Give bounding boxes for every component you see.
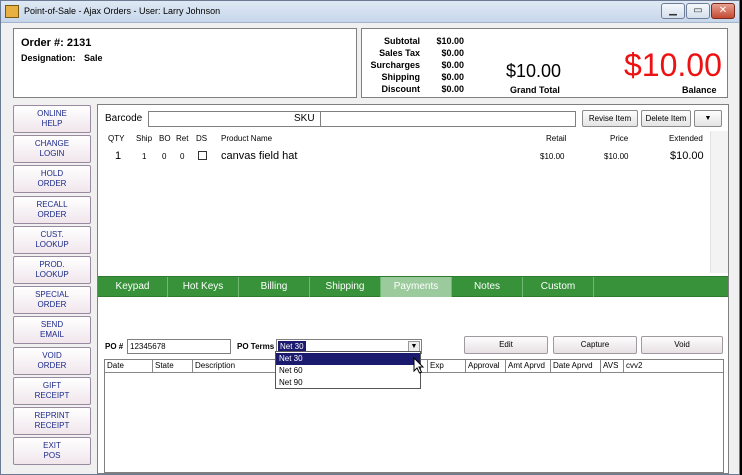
- exit-pos-button[interactable]: EXIT POS: [13, 437, 91, 465]
- product-lookup-button[interactable]: PROD. LOOKUP: [13, 256, 91, 284]
- grid-col-cvv2[interactable]: cvv2: [624, 360, 723, 373]
- row-bo: 0: [162, 152, 167, 161]
- app-icon: [5, 5, 19, 18]
- shipping-label: Shipping: [381, 72, 421, 82]
- more-options-dropdown-icon[interactable]: ▼: [694, 110, 722, 127]
- col-bo: BO: [159, 134, 171, 143]
- col-qty: QTY: [108, 134, 125, 143]
- hold-order-button[interactable]: HOLD ORDER: [13, 165, 91, 193]
- col-retail: Retail: [546, 134, 567, 143]
- minimize-button[interactable]: ▁: [661, 3, 685, 19]
- special-order-button[interactable]: SPECIAL ORDER: [13, 286, 91, 314]
- shipping-value: $0.00: [441, 72, 464, 82]
- totals-panel: Subtotal $10.00 Sales Tax $0.00 Surcharg…: [361, 28, 728, 98]
- drop-ship-checkbox[interactable]: [198, 151, 207, 160]
- row-extended: $10.00: [670, 150, 704, 162]
- col-ret: Ret: [176, 134, 189, 143]
- capture-payment-button[interactable]: Capture: [553, 336, 637, 354]
- recall-order-button[interactable]: RECALL ORDER: [13, 196, 91, 224]
- tab-custom[interactable]: Custom: [523, 277, 594, 297]
- col-product-name: Product Name: [221, 134, 273, 143]
- grand-total-value: $10.00: [506, 61, 562, 81]
- void-payment-button[interactable]: Void: [641, 336, 723, 354]
- row-qty: 1: [115, 150, 122, 162]
- designation-value: Sale: [84, 53, 103, 63]
- col-price: Price: [610, 134, 629, 143]
- grid-col-date-aprvd[interactable]: Date Aprvd: [551, 360, 601, 373]
- online-help-button[interactable]: ONLINE HELP: [13, 105, 91, 133]
- terms-option-net-60[interactable]: Net 60: [276, 365, 420, 377]
- grid-col-approval[interactable]: Approval: [466, 360, 506, 373]
- po-terms-label: PO Terms: [237, 342, 275, 351]
- void-order-button[interactable]: VOID ORDER: [13, 347, 91, 375]
- sku-label: SKU: [294, 113, 315, 124]
- po-number-label: PO #: [105, 342, 124, 351]
- terms-option-net-90[interactable]: Net 90: [276, 377, 420, 389]
- customer-lookup-button[interactable]: CUST. LOOKUP: [13, 226, 91, 254]
- col-ds: DS: [196, 134, 208, 143]
- tab-keypad[interactable]: Keypad: [98, 277, 168, 297]
- maximize-button[interactable]: ▭: [686, 3, 710, 19]
- grid-col-date[interactable]: Date: [105, 360, 153, 373]
- terms-option-net-30[interactable]: Net 30: [276, 353, 420, 365]
- title-bar[interactable]: Point-of-Sale - Ajax Orders - User: Larr…: [1, 1, 739, 23]
- col-ship: Ship: [136, 134, 153, 143]
- window-title: Point-of-Sale - Ajax Orders - User: Larr…: [24, 6, 221, 16]
- grand-total-label: Grand Total: [510, 85, 560, 95]
- revise-item-button[interactable]: Revise Item: [582, 110, 638, 127]
- row-retail: $10.00: [540, 152, 565, 161]
- surcharges-label: Surcharges: [370, 60, 420, 70]
- grid-col-amt-aprvd[interactable]: Amt Aprvd: [506, 360, 551, 373]
- balance-value: $10.00: [624, 47, 722, 83]
- edit-payment-button[interactable]: Edit: [464, 336, 548, 354]
- subtotal-value: $10.00: [436, 36, 464, 46]
- order-header-panel: Order #: 2131 Designation: Sale: [13, 28, 357, 98]
- tab-shipping[interactable]: Shipping: [310, 277, 381, 297]
- main-panel: Barcode SKU Revise Item Delete Item ▼ QT…: [97, 104, 729, 474]
- close-button[interactable]: ✕: [711, 3, 735, 19]
- designation-label: Designation:: [21, 53, 76, 63]
- tab-hot-keys[interactable]: Hot Keys: [168, 277, 239, 297]
- subtotal-label: Subtotal: [384, 36, 420, 46]
- order-number: Order #: 2131: [21, 37, 92, 49]
- pos-window: Point-of-Sale - Ajax Orders - User: Larr…: [0, 0, 740, 475]
- tab-billing[interactable]: Billing: [239, 277, 310, 297]
- row-ship: 1: [142, 152, 147, 161]
- balance-label: Balance: [682, 85, 717, 95]
- tab-payments[interactable]: Payments: [381, 277, 452, 297]
- row-ret: 0: [180, 152, 185, 161]
- items-scrollbar[interactable]: [710, 131, 728, 273]
- tab-notes[interactable]: Notes: [452, 277, 523, 297]
- delete-item-button[interactable]: Delete Item: [641, 110, 691, 127]
- send-email-button[interactable]: SEND EMAIL: [13, 316, 91, 344]
- discount-value: $0.00: [441, 84, 464, 94]
- gift-receipt-button[interactable]: GIFT RECEIPT: [13, 377, 91, 405]
- mouse-cursor-icon: [413, 357, 425, 374]
- change-login-button[interactable]: CHANGE LOGIN: [13, 135, 91, 163]
- discount-label: Discount: [381, 84, 420, 94]
- surcharges-value: $0.00: [441, 60, 464, 70]
- sales-tax-label: Sales Tax: [379, 48, 420, 58]
- row-product-name: canvas field hat: [221, 150, 298, 162]
- row-price: $10.00: [604, 152, 629, 161]
- grid-col-state[interactable]: State: [153, 360, 193, 373]
- grid-col-exp[interactable]: Exp: [428, 360, 466, 373]
- col-extended: Extended: [669, 134, 703, 143]
- sku-input[interactable]: [320, 111, 576, 127]
- tab-bar: Keypad Hot Keys Billing Shipping Payment…: [98, 276, 728, 297]
- grid-col-avs[interactable]: AVS: [601, 360, 624, 373]
- po-terms-dropdown-list[interactable]: Net 30 Net 60 Net 90: [275, 351, 421, 389]
- reprint-receipt-button[interactable]: REPRINT RECEIPT: [13, 407, 91, 435]
- barcode-label: Barcode: [105, 113, 143, 124]
- po-number-input[interactable]: 12345678: [127, 339, 231, 354]
- sales-tax-value: $0.00: [441, 48, 464, 58]
